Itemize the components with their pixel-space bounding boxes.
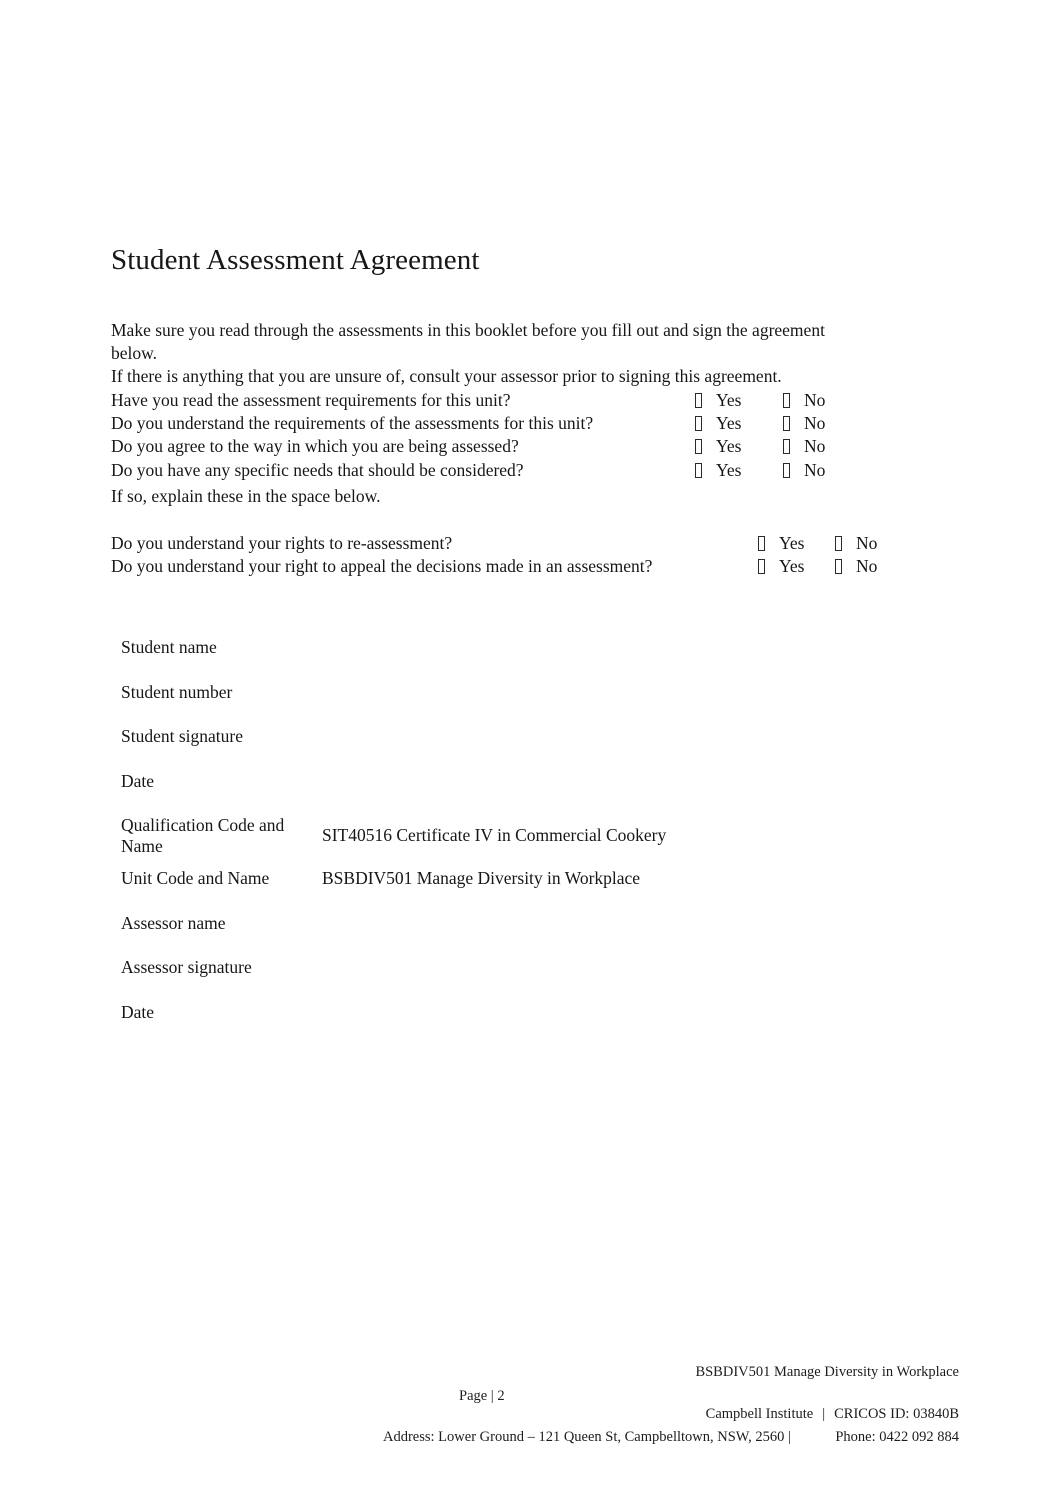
detail-value[interactable]: BSBDIV501 Manage Diversity in Workplace (322, 868, 640, 889)
table-row: Date (121, 771, 901, 816)
footer-phone: Phone: 0422 092 884 (835, 1429, 959, 1445)
intro-line-1: Make sure you read through the assessmen… (111, 320, 825, 364)
table-row: Student signature (121, 726, 901, 771)
checkbox-label: No (856, 533, 878, 553)
footer-organisation-name: Campbell Institute (705, 1406, 814, 1422)
checkbox-icon[interactable] (695, 439, 702, 455)
checkbox-icon[interactable] (783, 416, 790, 432)
footer-address: Address: Lower Ground – 121 Queen St, Ca… (383, 1429, 791, 1445)
intro-paragraph: Make sure you read through the assessmen… (111, 319, 851, 389)
question-row: Do you agree to the way in which you are… (111, 435, 871, 458)
question-row: Do you understand your right to appeal t… (111, 555, 921, 578)
checkbox-icon[interactable] (835, 559, 842, 575)
primary-option-no-3[interactable]: No (783, 435, 825, 458)
detail-label: Qualification Code and Name (121, 815, 285, 856)
primary-option-yes-3[interactable]: Yes (695, 435, 741, 458)
checkbox-icon[interactable] (783, 439, 790, 455)
table-row: Qualification Code and Name SIT40516 Cert… (121, 815, 901, 868)
primary-option-yes-1[interactable]: Yes (695, 389, 741, 412)
checkbox-label: No (804, 390, 826, 410)
footer-organisation-line: Campbell Institute | CRICOS ID: 03840B (706, 1405, 959, 1424)
question-text: Do you agree to the way in which you are… (111, 436, 519, 457)
secondary-option-yes-1[interactable]: Yes (758, 532, 804, 555)
detail-label: Date (121, 770, 155, 791)
specific-needs-note: If so, explain these in the space below. (111, 486, 381, 506)
page-footer: BSBDIV501 Manage Diversity in Workplace … (0, 1363, 1062, 1483)
page-title: Student Assessment Agreement (111, 244, 480, 276)
checkbox-icon[interactable] (783, 393, 790, 408)
checkbox-icon[interactable] (695, 462, 702, 478)
checkbox-label: Yes (779, 556, 805, 577)
checkbox-label: No (804, 413, 826, 434)
detail-label: Unit Code and Name (121, 868, 270, 888)
question-text: Do you understand your rights to re-asse… (111, 533, 453, 553)
footer-cricos-id: CRICOS ID: 03840B (834, 1406, 959, 1422)
checkbox-label: No (804, 459, 826, 480)
detail-value[interactable]: SIT40516 Certificate IV in Commercial Co… (322, 825, 666, 846)
checkbox-label: Yes (716, 436, 742, 457)
table-row: Unit Code and Name BSBDIV501 Manage Diver… (121, 868, 901, 913)
table-row: Assessor name (121, 913, 901, 958)
question-group-secondary: Do you understand your rights to re-asse… (111, 532, 921, 578)
detail-label: Student number (121, 681, 233, 702)
table-row: Date (121, 1002, 901, 1047)
table-row: Student name (121, 637, 901, 682)
question-text: Do you have any specific needs that shou… (111, 459, 524, 480)
question-text: Do you understand the requirements of th… (111, 413, 594, 434)
primary-option-no-4[interactable]: No (783, 459, 825, 482)
detail-label: Student name (121, 637, 217, 657)
checkbox-label: Yes (716, 413, 742, 434)
table-row: Assessor signature (121, 957, 901, 1002)
question-row: Have you read the assessment requirement… (111, 389, 871, 412)
student-details-table: Student name Student number Student signat… (121, 637, 901, 1046)
detail-label: Student signature (121, 726, 243, 746)
question-text: Have you read the assessment requirement… (111, 390, 511, 410)
question-row: Do you understand your rights to re-asse… (111, 532, 921, 555)
secondary-option-yes-2[interactable]: Yes (758, 555, 804, 578)
question-row: Do you understand the requirements of th… (111, 412, 871, 435)
footer-unit-name: BSBDIV501 Manage Diversity in Workplace (695, 1364, 959, 1380)
question-text: Do you understand your right to appeal t… (111, 556, 653, 577)
primary-option-yes-4[interactable]: Yes (695, 459, 741, 482)
secondary-option-no-1[interactable]: No (835, 532, 877, 555)
secondary-option-no-2[interactable]: No (835, 555, 877, 578)
checkbox-icon[interactable] (758, 536, 765, 551)
primary-option-yes-2[interactable]: Yes (695, 412, 741, 435)
checkbox-label: Yes (779, 533, 805, 553)
checkbox-label: Yes (716, 459, 742, 480)
detail-label: Date (121, 1001, 155, 1022)
detail-label: Assessor signature (121, 957, 252, 977)
checkbox-icon[interactable] (695, 393, 702, 408)
intro-line-2: If there is anything that you are unsure… (111, 366, 782, 387)
checkbox-icon[interactable] (695, 416, 702, 432)
checkbox-icon[interactable] (783, 462, 790, 478)
checkbox-label: No (804, 436, 826, 457)
checkbox-label: No (856, 556, 878, 577)
checkbox-icon[interactable] (758, 559, 765, 575)
table-row: Student number (121, 682, 901, 727)
question-row: Do you have any specific needs that shou… (111, 459, 871, 482)
document-page: Student Assessment Agreement Make sure y… (0, 0, 1062, 1506)
checkbox-label: Yes (716, 390, 742, 410)
checkbox-icon[interactable] (835, 536, 842, 551)
detail-label: Assessor name (121, 912, 226, 933)
primary-option-no-1[interactable]: No (783, 389, 825, 412)
footer-separator: | (822, 1406, 826, 1422)
primary-option-no-2[interactable]: No (783, 412, 825, 435)
question-group-primary: Have you read the assessment requirement… (111, 389, 871, 482)
footer-page-number: Page | 2 (459, 1388, 505, 1404)
